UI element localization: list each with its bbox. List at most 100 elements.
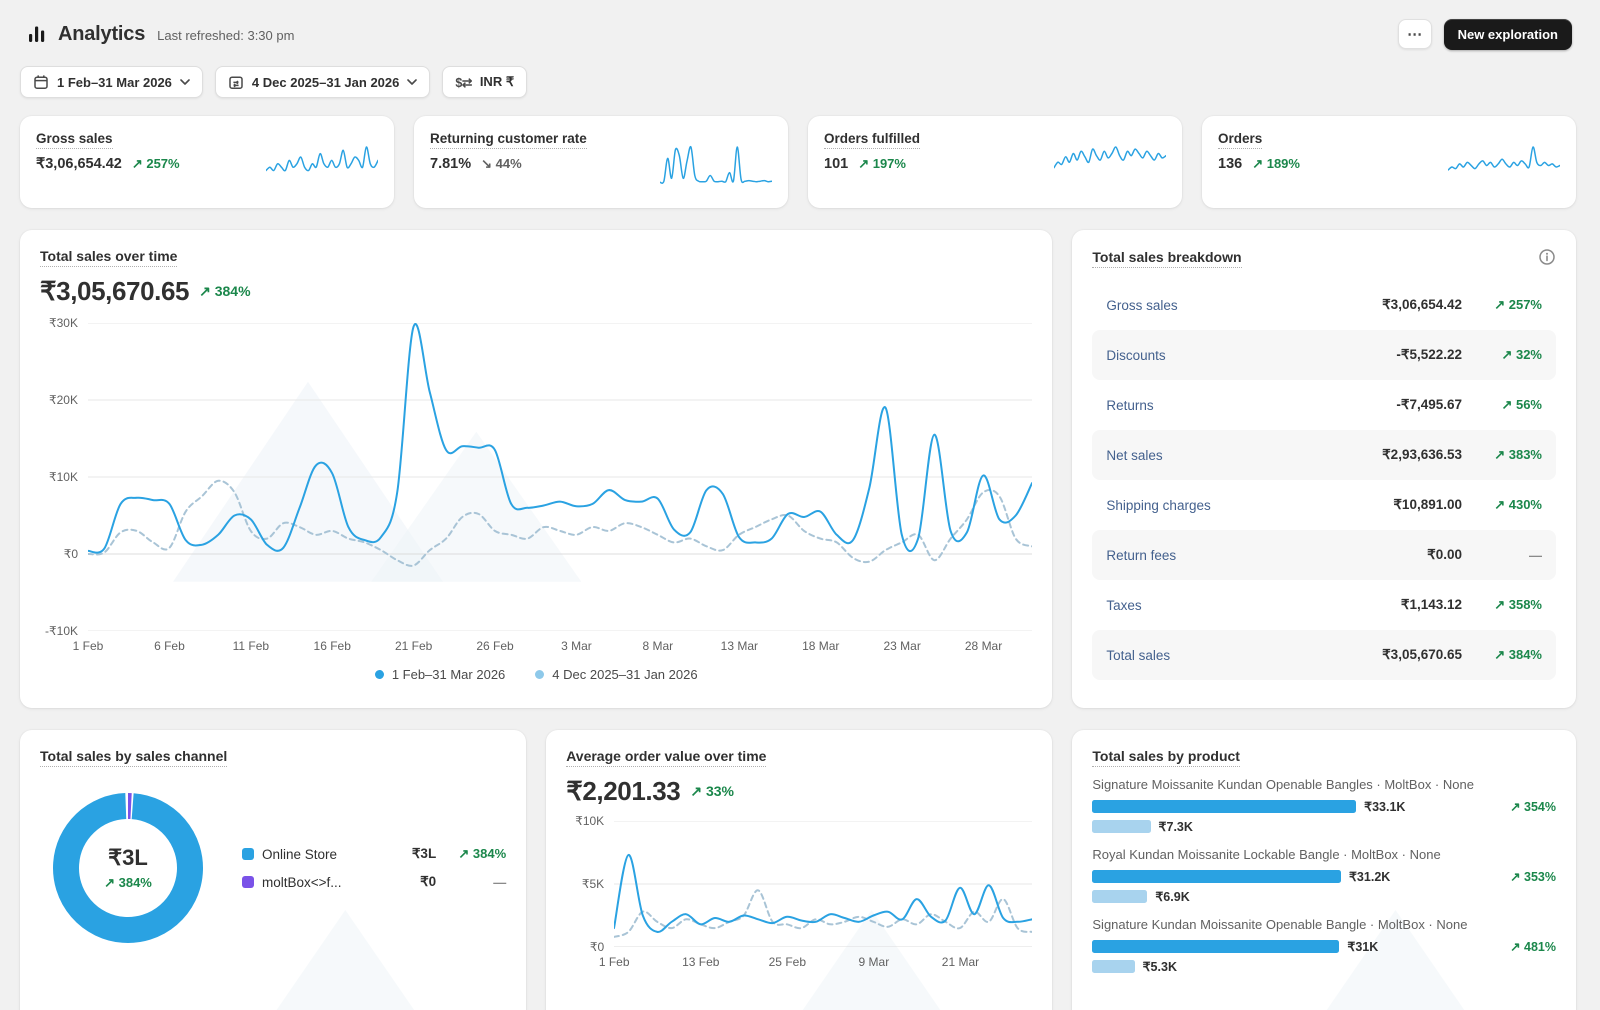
current-period-bar [1092,870,1341,883]
channel-donut-chart: ₹3L ↗ 384% [40,780,216,956]
total-sales-line-chart: ₹30K ₹20K ₹10K ₹0 -₹10K 1 Feb 6 Feb 11 Feb 16 Fe… [40,316,1032,655]
metric-delta: ↗ 430% [1494,497,1542,512]
product-current-bar-row: ₹31K ↗ 481% [1092,939,1556,954]
kpi-title: Orders [1218,131,1263,149]
more-actions-button[interactable]: ⋯ [1397,19,1432,49]
channel-delta: ↗ 384% [458,846,507,861]
metric-delta: ↗ 257% [1494,297,1542,312]
product-item: Signature Moissanite Kundan Openable Ban… [1092,777,1556,834]
breakdown-row: Return fees ₹0.00 — [1092,530,1556,580]
kpi-title: Gross sales [36,131,113,149]
currency-selector[interactable]: $⇄ INR ₹ [442,66,528,98]
product-item: Signature Kundan Moissanite Openable Ban… [1092,917,1556,974]
metric-link-taxes[interactable]: Taxes [1106,598,1400,613]
breakdown-row: Taxes ₹1,143.12 ↗ 358% [1092,580,1556,630]
kpi-value: 101 [824,156,849,172]
previous-period-bar [1092,960,1135,973]
metric-value: -₹5,522.22 [1396,347,1462,362]
breakdown-row: Returns -₹7,495.67 ↗ 56% [1092,380,1556,430]
metric-delta: ↗ 358% [1494,597,1542,612]
metric-value: ₹1,143.12 [1400,597,1462,612]
dashboard-grid: Total sales over time ₹3,05,670.65 ↗ 384… [20,230,1576,1010]
product-previous-bar-row: ₹5.3K [1092,959,1556,974]
legend-dot-icon [535,670,545,679]
last-refreshed: Last refreshed: 3:30 pm [157,27,295,43]
kpi-card-returning-customer-rate[interactable]: Returning customer rate 7.81% ↘ 44% [414,116,788,208]
product-name: Royal Kundan Moissanite Lockable Bangle … [1092,847,1441,862]
products-title-link[interactable]: Total sales by product [1092,748,1240,767]
kpi-title: Returning customer rate [430,131,587,149]
metric-value: ₹10,891.00 [1393,497,1462,512]
channel-title-link[interactable]: Total sales by sales channel [40,748,228,767]
kpi-card-orders[interactable]: Orders 136 ↗ 189% [1202,116,1576,208]
page-title: Analytics [58,22,146,45]
compare-range-picker[interactable]: 4 Dec 2025–31 Jan 2026 [214,66,431,98]
previous-period-bar [1092,820,1151,833]
chart-legend: 1 Feb–31 Mar 2026 4 Dec 2025–31 Jan 2026 [40,667,1032,682]
legend-dot-icon [374,670,384,679]
breakdown-rows: Gross sales ₹3,06,654.42 ↗ 257% Discounts -… [1092,280,1556,680]
metric-link-net-sales[interactable]: Net sales [1106,448,1382,463]
header: Analytics Last refreshed: 3:30 pm ⋯ New … [20,14,1576,54]
channel-name: Online Store [262,846,338,862]
legend-label: 4 Dec 2025–31 Jan 2026 [552,667,698,682]
date-range-label: 1 Feb–31 Mar 2026 [57,74,172,90]
breakdown-row: Total sales ₹3,05,670.65 ↗ 384% [1092,630,1556,680]
metric-link-returns[interactable]: Returns [1106,398,1396,413]
kpi-row: Gross sales ₹3,06,654.42 ↗ 257% Returning… [20,116,1576,208]
ellipsis-icon: ⋯ [1407,25,1423,43]
kpi-card-orders-fulfilled[interactable]: Orders fulfilled 101 ↗ 197% [808,116,1182,208]
metric-link-return-fees[interactable]: Return fees [1106,548,1427,563]
kpi-delta: ↘ 44% [481,156,522,171]
metric-delta: ↗ 384% [1494,647,1542,662]
product-current-bar-row: ₹31.2K ↗ 353% [1092,869,1556,884]
metric-delta: — [1529,547,1542,563]
metric-link-discounts[interactable]: Discounts [1106,348,1396,363]
product-delta: ↗ 353% [1510,870,1556,884]
channel-delta: — [493,874,507,890]
product-name: Signature Kundan Moissanite Openable Ban… [1092,917,1468,932]
analytics-bars-icon [28,25,46,43]
channel-name: moltBox<>f... [262,874,342,890]
total-sales-title-link[interactable]: Total sales over time [40,248,178,267]
legend-square-icon [242,876,254,888]
breakdown-row: Net sales ₹2,93,636.53 ↗ 383% [1092,430,1556,480]
kpi-card-gross-sales[interactable]: Gross sales ₹3,06,654.42 ↗ 257% [20,116,394,208]
bar-value: ₹31K [1347,940,1379,954]
breakdown-row: Shipping charges ₹10,891.00 ↗ 430% [1092,480,1556,530]
legend-label: 1 Feb–31 Mar 2026 [391,667,506,682]
current-period-bar [1092,940,1340,953]
aov-line-chart: ₹10K ₹5K ₹0 1 Feb 13 Feb 25 Feb 9 Mar 21 Mar [566,814,1033,971]
metric-link-shipping-charges[interactable]: Shipping charges [1106,498,1393,513]
current-period-bar [1092,800,1357,813]
metric-value: ₹0.00 [1427,547,1462,562]
product-name: Signature Moissanite Kundan Openable Ban… [1092,777,1474,792]
info-icon[interactable] [1538,248,1556,266]
aov-title-link[interactable]: Average order value over time [566,748,767,767]
donut-center-delta: ↗ 384% [104,875,152,890]
channel-legend-row: moltBox<>f... ₹0 — [242,874,506,890]
donut-center-value: ₹3L [108,845,148,870]
metric-link-total-sales[interactable]: Total sales [1106,648,1382,663]
new-exploration-button[interactable]: New exploration [1443,18,1572,50]
product-previous-bar-row: ₹6.9K [1092,889,1556,904]
metric-link-gross-sales[interactable]: Gross sales [1106,298,1382,313]
currency-label: INR ₹ [479,74,515,89]
sparkline-gross-sales [265,144,379,184]
sales-by-channel-card: Total sales by sales channel ₹3L ↗ 384% … [20,730,527,1010]
breakdown-title: Total sales breakdown [1092,249,1242,268]
channel-value: ₹0 [420,874,437,889]
metric-value: ₹2,93,636.53 [1382,447,1462,462]
kpi-value: 7.81% [430,156,472,172]
kpi-value: 136 [1218,156,1243,172]
analytics-page: Analytics Last refreshed: 3:30 pm ⋯ New … [0,0,1600,1010]
bottom-left-cards: Total sales by sales channel ₹3L ↗ 384% … [20,730,1053,1010]
product-delta: ↗ 481% [1510,940,1556,954]
date-range-picker[interactable]: 1 Feb–31 Mar 2026 [20,66,203,98]
currency-exchange-icon: $⇄ [455,75,472,90]
metric-value: ₹3,05,670.65 [1382,647,1462,662]
product-previous-bar-row: ₹7.3K [1092,819,1556,834]
bar-value: ₹31.2K [1348,870,1391,884]
channel-legend: Online Store ₹3L ↗ 384% moltBox<>f... ₹0… [242,834,506,902]
metric-value: ₹3,06,654.42 [1382,297,1462,312]
